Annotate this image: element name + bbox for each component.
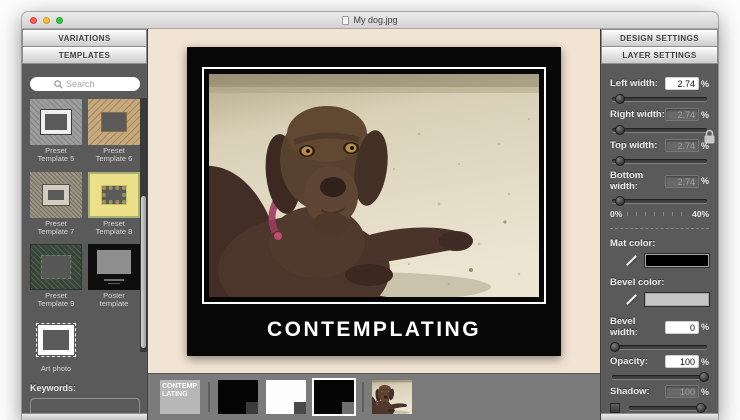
top-width-slider[interactable] [612,156,707,166]
zoom-button[interactable] [56,17,63,24]
top-width-value: 2.74 [665,139,699,152]
window-bottom-edge [601,413,718,420]
bevel-width-slider[interactable] [609,342,707,352]
shadow-label: Shadow: [610,386,650,397]
template-preset-5[interactable]: Preset Template 5 [30,99,82,164]
shadow-value: 100 [665,385,699,398]
lock-icon[interactable] [702,128,717,145]
template-art-photo[interactable]: Art photo [30,316,82,373]
template-preset-6[interactable]: Preset Template 6 [88,99,140,164]
close-button[interactable] [30,17,37,24]
layers-strip: CONTEMP LATING [148,373,600,420]
template-thumbnail [30,171,82,218]
width-range-scale: 0% 40% [610,209,709,219]
canvas-area[interactable]: CONTEMPLATING [148,29,600,373]
tab-variations[interactable]: VARIATIONS [22,29,147,47]
template-thumbnail [30,244,82,290]
window-title-text: My dog.jpg [353,15,398,25]
right-width-label: Right width: [610,109,665,120]
bevel-width-value[interactable]: 0 [665,320,699,334]
tab-templates[interactable]: TEMPLATES [22,46,147,64]
layer-divider [208,382,210,412]
scale-ticks [627,212,687,216]
left-width-slider[interactable] [612,94,707,104]
bottom-width-slider[interactable] [612,196,707,206]
edit-color-icon[interactable] [624,292,639,307]
layer-text[interactable]: CONTEMP LATING [160,380,200,414]
section-divider [610,228,709,229]
photo-inner-frame [202,66,546,304]
layer-photo[interactable] [365,379,418,419]
editor-center: CONTEMPLATING CONTEMP LATING [148,29,600,420]
window-bottom-edge [22,413,147,420]
right-width-value: 2.74 [665,108,699,121]
template-preset-7[interactable]: Preset Template 7 [30,171,82,237]
app-window: My dog.jpg VARIATIONS TEMPLATES Search P… [22,12,718,420]
opacity-value[interactable]: 100 [665,355,699,368]
bottom-width-value: 2.74 [665,174,699,188]
layer-settings-panel: Left width: 2.74 % Right width: 2.74 % T… [601,64,718,420]
search-input[interactable] [66,79,116,89]
template-scrollbar-thumb[interactable] [141,196,146,348]
mat-color-swatch[interactable] [645,254,709,267]
template-poster[interactable]: Poster template [88,244,140,309]
shadow-slider[interactable] [629,403,707,413]
layer-black-mat-selected[interactable] [312,378,356,416]
shadow-checkbox[interactable] [610,403,620,413]
dog-photo[interactable] [209,74,539,297]
keywords-label: Keywords: [30,382,77,393]
top-width-label: Top width: [610,140,658,151]
title-bar[interactable]: My dog.jpg [22,12,718,29]
mat-color-label: Mat color: [610,238,656,249]
photo-layer-thumbnail [365,379,418,419]
bevel-width-label: Bevel width: [610,316,638,338]
settings-sidebar: DESIGN SETTINGS LAYER SETTINGS Left widt… [600,29,718,420]
opacity-slider[interactable] [612,372,710,382]
layer-white-mat[interactable] [266,380,306,414]
template-thumbnail [88,99,140,145]
templates-panel: Preset Template 5 Preset Template 6 Pres… [22,64,147,420]
window-title: My dog.jpg [342,15,398,25]
minimize-button[interactable] [43,17,50,24]
template-thumbnail [30,316,82,363]
poster-caption[interactable]: CONTEMPLATING [202,304,546,356]
template-search[interactable] [30,77,140,91]
desktop: My dog.jpg VARIATIONS TEMPLATES Search P… [0,0,740,420]
template-preset-8[interactable]: Preset Template 8 [88,171,140,237]
search-icon [54,79,63,89]
edit-color-icon[interactable] [624,253,639,268]
document-icon [342,15,350,25]
poster-frame[interactable]: CONTEMPLATING [187,46,561,356]
right-width-slider[interactable] [612,125,707,135]
template-thumbnail [30,99,82,145]
bevel-color-swatch[interactable] [645,293,709,306]
template-scrollbar-track[interactable] [140,98,147,352]
template-grid: Preset Template 5 Preset Template 6 Pres… [30,99,140,373]
traffic-lights [30,17,63,24]
opacity-label: Opacity: [610,356,649,367]
tab-design-settings[interactable]: DESIGN SETTINGS [601,29,718,47]
left-width-value[interactable]: 2.74 [665,77,699,90]
template-thumbnail [88,171,140,218]
layer-black-mat[interactable] [218,380,258,414]
left-width-label: Left width: [610,78,659,89]
layer-divider [362,382,364,412]
tab-layer-settings[interactable]: LAYER SETTINGS [601,46,718,64]
template-preset-9[interactable]: Preset Template 9 [30,244,82,309]
templates-sidebar: VARIATIONS TEMPLATES Preset Template [22,29,148,420]
template-thumbnail [88,244,140,290]
bevel-color-label: Bevel color: [610,277,665,288]
bottom-width-label: Bottom width: [610,170,644,192]
